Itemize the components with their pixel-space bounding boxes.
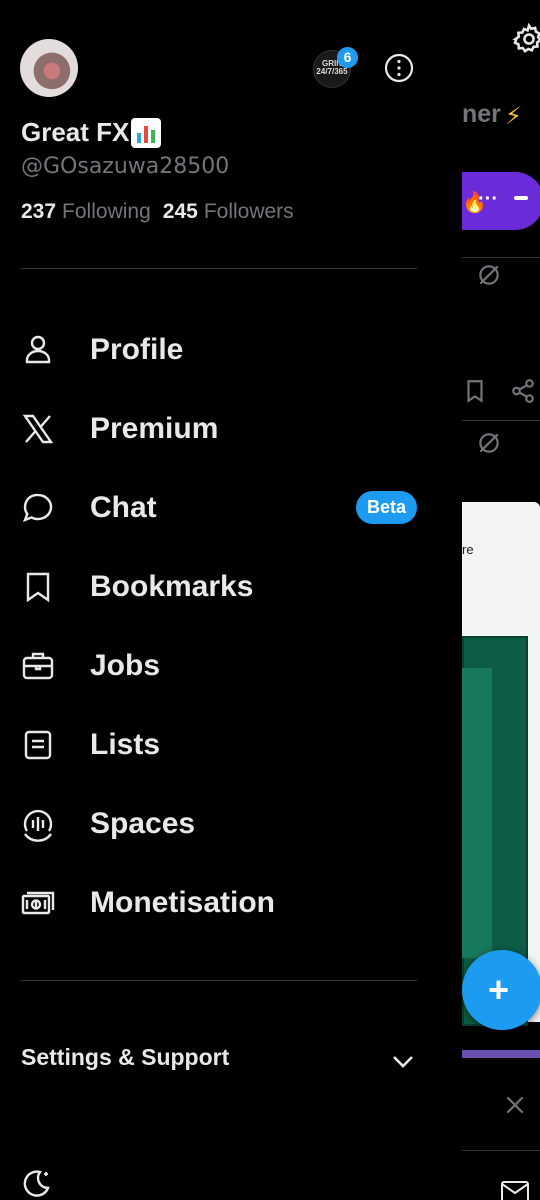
more-options-icon[interactable] <box>384 53 414 83</box>
drawer-menu: Profile Premium Chat Beta Bookmarks Jobs… <box>0 310 462 942</box>
theme-moon-icon[interactable] <box>20 1168 52 1200</box>
display-name[interactable]: Great FX <box>21 117 162 148</box>
gear-icon[interactable] <box>512 22 540 56</box>
bar-chart-emoji-icon <box>131 117 162 148</box>
followers-count[interactable]: 245 <box>163 200 198 224</box>
user-handle: @GOsazuwa28500 <box>21 154 230 179</box>
menu-label: Lists <box>90 727 161 761</box>
ad-card-text: re <box>462 542 474 557</box>
grok-icon[interactable] <box>476 262 502 288</box>
menu-item-profile[interactable]: Profile <box>0 310 462 389</box>
plus-icon: + <box>488 969 510 1010</box>
briefcase-icon <box>22 652 54 679</box>
person-icon <box>25 335 51 363</box>
divider <box>462 257 540 258</box>
money-icon <box>21 891 55 914</box>
menu-item-premium[interactable]: Premium <box>0 389 462 468</box>
settings-support-label: Settings & Support <box>21 1044 230 1070</box>
menu-label: Spaces <box>90 806 196 840</box>
divider <box>462 420 540 421</box>
divider <box>20 268 417 269</box>
menu-item-monetisation[interactable]: Monetisation <box>0 863 462 942</box>
menu-item-jobs[interactable]: Jobs <box>0 626 462 705</box>
navigation-drawer: GRIN 24/7/365 6 Great FX @GOsazuwa28500 … <box>0 0 462 1200</box>
following-label[interactable]: Following <box>62 200 151 224</box>
x-logo-icon <box>22 414 54 443</box>
menu-label: Premium <box>90 411 219 445</box>
spaces-icon <box>23 809 53 842</box>
notification-badge: 6 <box>337 47 358 68</box>
timeline-tab-label[interactable]: ner <box>462 100 501 129</box>
menu-item-lists[interactable]: Lists <box>0 705 462 784</box>
lightning-icon: ⚡ <box>505 103 522 130</box>
menu-label: Bookmarks <box>90 569 254 603</box>
follow-stats: 237 Following 245 Followers <box>21 200 306 224</box>
grok-icon[interactable] <box>476 430 502 456</box>
menu-item-chat[interactable]: Chat Beta <box>0 468 462 547</box>
beta-badge: Beta <box>356 491 417 524</box>
share-icon[interactable] <box>510 378 536 404</box>
menu-item-bookmarks[interactable]: Bookmarks <box>0 547 462 626</box>
audio-bar-icon <box>514 196 528 200</box>
close-icon[interactable] <box>502 1092 528 1118</box>
menu-item-spaces[interactable]: Spaces <box>0 784 462 863</box>
bookmark-icon <box>26 572 50 602</box>
divider <box>462 1150 540 1151</box>
settings-support-toggle[interactable]: Settings & Support <box>0 1030 462 1090</box>
bookmark-icon[interactable] <box>462 378 488 404</box>
ad-card-footer <box>462 1050 540 1058</box>
following-count[interactable]: 237 <box>21 200 56 224</box>
menu-label: Profile <box>90 332 184 366</box>
menu-label: Chat <box>90 490 157 524</box>
followers-label[interactable]: Followers <box>204 200 294 224</box>
more-dots-icon: ··· <box>478 188 498 210</box>
chevron-down-icon <box>393 1056 413 1068</box>
menu-label: Jobs <box>90 648 161 682</box>
divider <box>20 980 417 981</box>
display-name-text: Great FX <box>21 117 130 147</box>
list-icon <box>24 730 52 759</box>
avatar[interactable] <box>20 39 78 97</box>
chat-bubble-icon <box>22 493 53 522</box>
ad-card-image-panel <box>462 668 492 958</box>
mail-icon[interactable] <box>500 1180 530 1200</box>
menu-label: Monetisation <box>90 885 275 919</box>
